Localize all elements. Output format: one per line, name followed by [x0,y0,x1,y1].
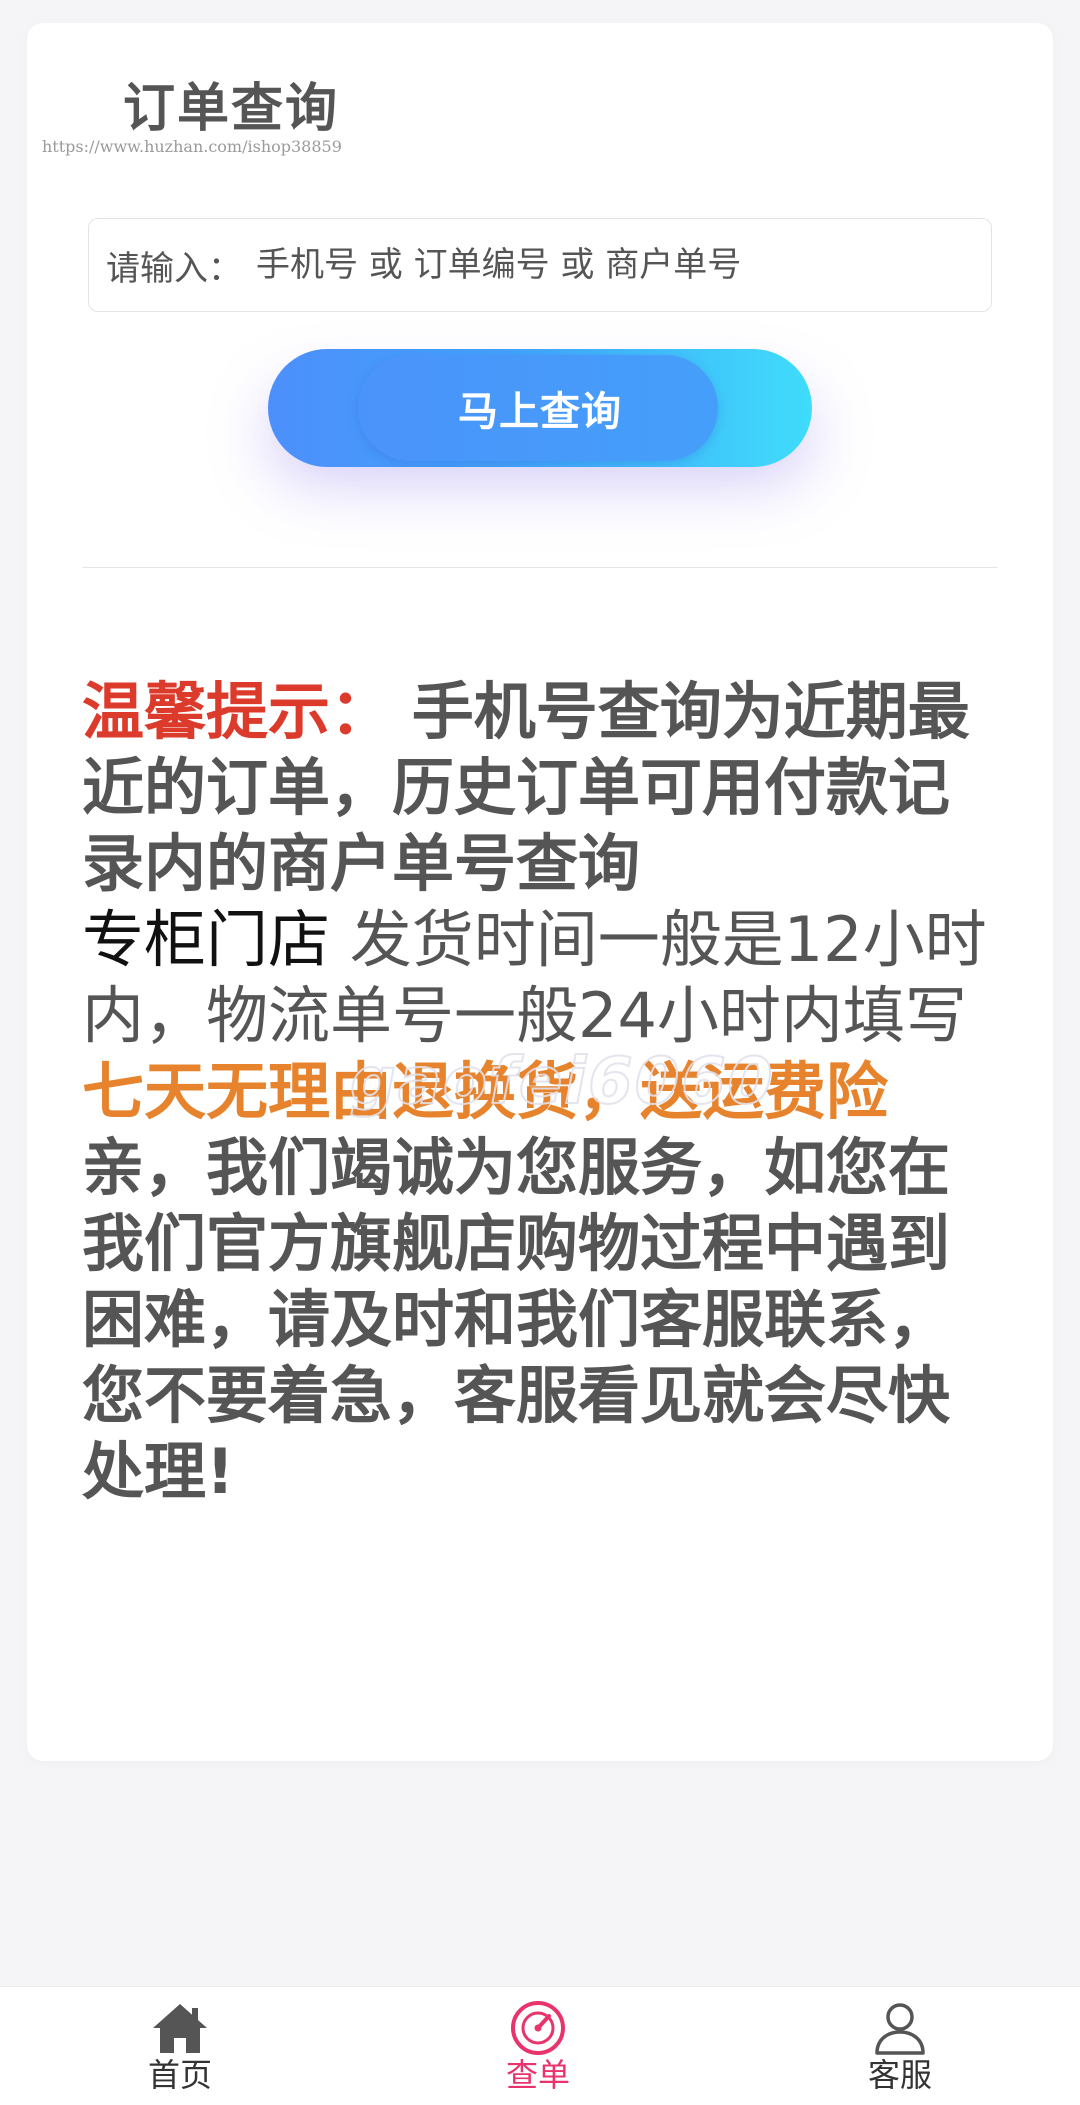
store-name: 专柜门店 [82,903,331,976]
tab-customer-service-label: 客服 [867,2056,932,2094]
tab-order-query-label: 查单 [505,2056,570,2094]
bottom-tab-bar: 首页 查单 客服 [0,1986,1080,2105]
home-icon [153,2004,207,2053]
center-watermark: gaofei6060 [349,1044,775,1120]
tip-label: 温馨提示： [82,675,393,748]
divider [82,567,998,568]
service-text: 亲，我们竭诚为您服务，如您在我们官方旗舰店购物过程中遇到困难，请及时和我们客服联… [82,1131,951,1508]
tab-customer-service[interactable]: 客服 [820,1987,980,2105]
query-button[interactable]: 马上查询 [268,349,812,467]
customer-service-icon [875,2003,925,2055]
search-field[interactable]: 请输入： [88,218,992,312]
search-input[interactable] [256,245,991,285]
url-watermark: https://www.huzhan.com/ishop38859 [42,137,342,156]
page-title: 订单查询 [123,79,340,139]
tab-home-label: 首页 [147,2056,212,2094]
search-prefix-label: 请输入： [106,248,242,289]
shipping-paragraph: 专柜门店 发货时间一般是12小时内，物流单号一般24小时内填写 [82,902,1002,1054]
tip-paragraph: 温馨提示： 手机号查询为近期最近的订单，历史订单可用付款记录内的商户单号查询 [82,674,1002,902]
query-button-label: 马上查询 [458,389,622,435]
tab-home[interactable]: 首页 [100,1987,260,2105]
order-query-icon [511,2001,565,2055]
tab-order-query[interactable]: 查单 [458,1987,618,2105]
